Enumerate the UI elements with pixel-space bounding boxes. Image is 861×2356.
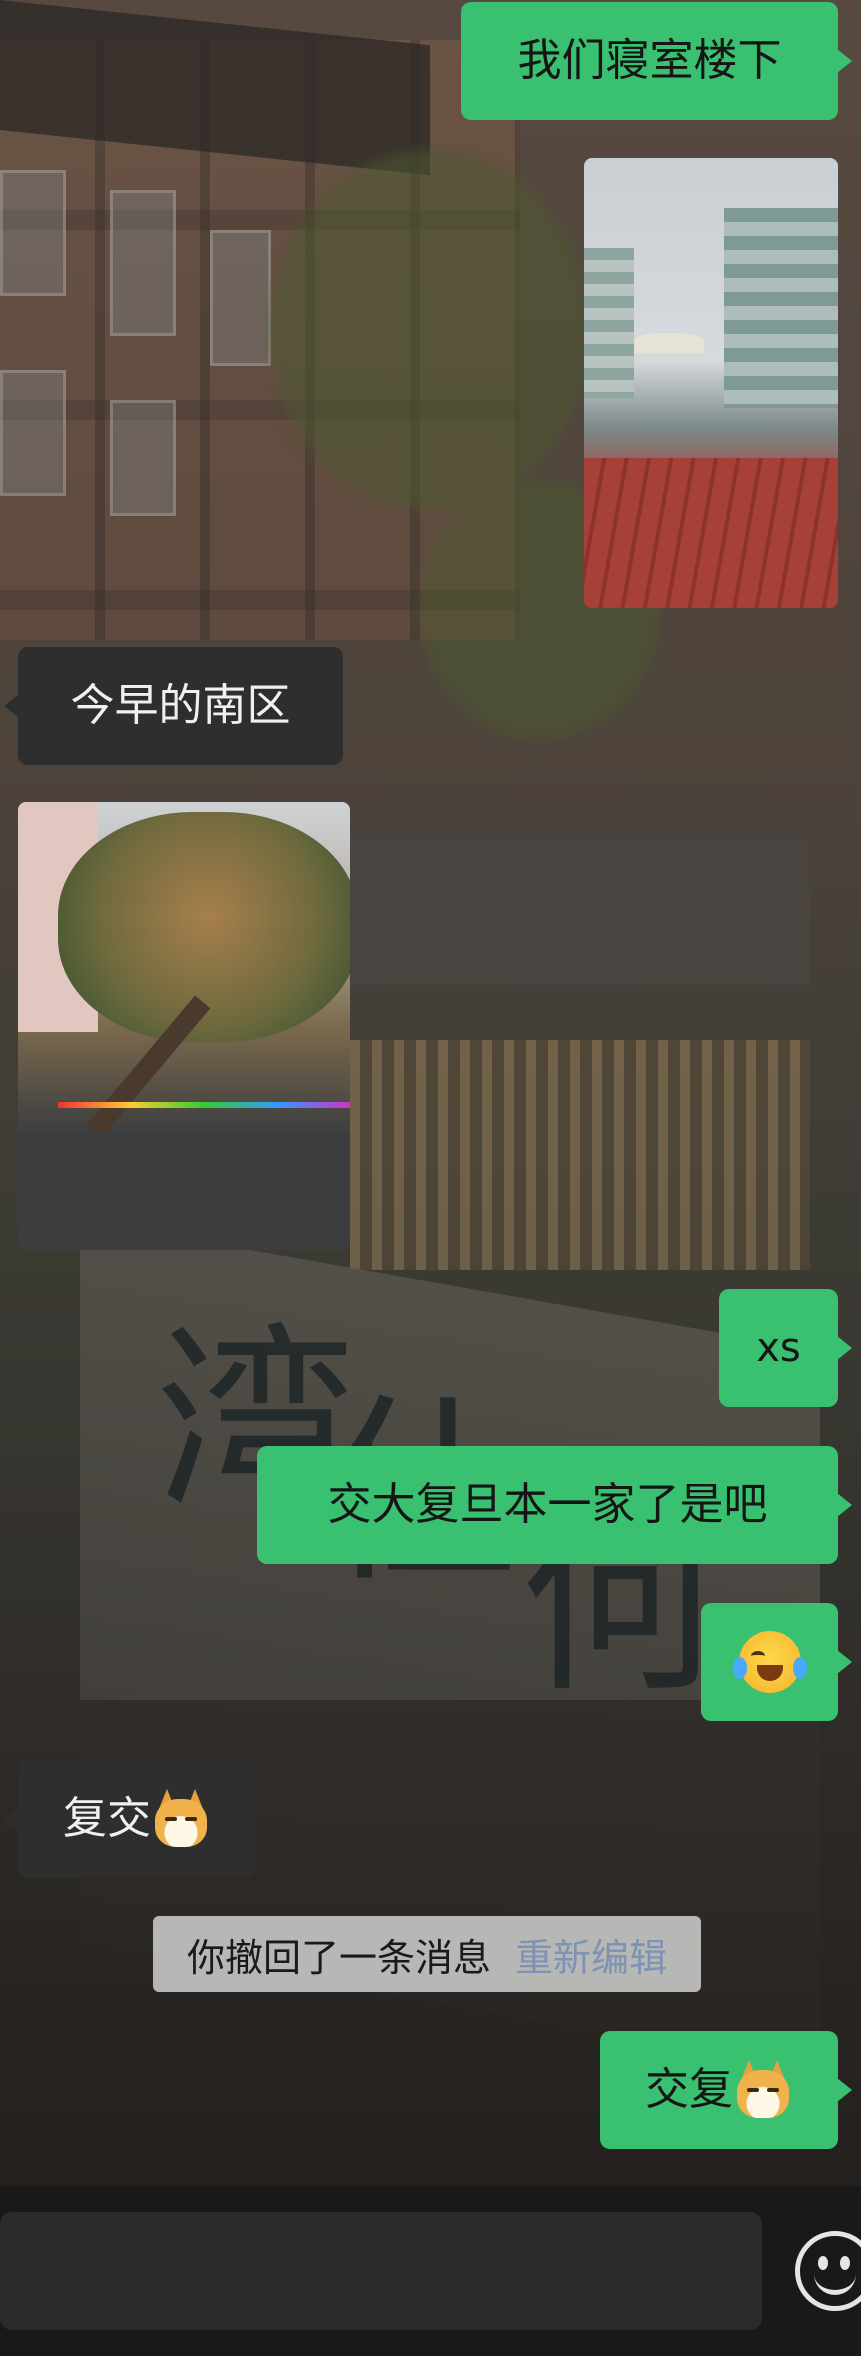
image-message-dorm-courtyard[interactable] (584, 158, 838, 608)
message-text: 交复 (645, 2064, 733, 2115)
message-bubble-outgoing[interactable]: 我们寝室楼下 (461, 2, 852, 120)
reedit-link[interactable]: 重新编辑 (515, 1927, 667, 1982)
message-bubble-outgoing[interactable]: 交复 (600, 2031, 852, 2149)
message-input-field[interactable] (0, 2212, 762, 2330)
message-bubble-outgoing[interactable] (701, 1603, 852, 1721)
message-text: xs (756, 1325, 801, 1371)
message-text: 复交 (63, 1793, 151, 1844)
message-bubble-incoming[interactable]: 复交 (4, 1760, 256, 1878)
image-message-fallen-tree[interactable] (18, 802, 350, 1250)
crying-laughing-emoji-icon (732, 1631, 807, 1693)
smiley-face-icon[interactable] (795, 2231, 861, 2311)
message-text: 今早的南区 (70, 680, 291, 731)
message-bubble-incoming[interactable]: 今早的南区 (4, 647, 343, 765)
recall-text: 你撤回了一条消息 (186, 1935, 491, 1980)
recalled-message-notice: 你撤回了一条消息 重新编辑 (153, 1916, 701, 1992)
chat-message-list[interactable]: 我们寝室楼下 今早的南区 xs 交大复旦本一家了是吧 复交 你撤回了一条消息 重… (0, 0, 861, 2186)
message-text: 我们寝室楼下 (517, 35, 782, 86)
message-input-bar (0, 2186, 861, 2356)
doge-emoji-icon (151, 1789, 211, 1849)
message-bubble-outgoing[interactable]: 交大复旦本一家了是吧 (257, 1446, 852, 1564)
message-bubble-outgoing[interactable]: xs (719, 1289, 852, 1407)
message-text: 交大复旦本一家了是吧 (327, 1479, 768, 1530)
doge-emoji-icon (733, 2060, 793, 2120)
